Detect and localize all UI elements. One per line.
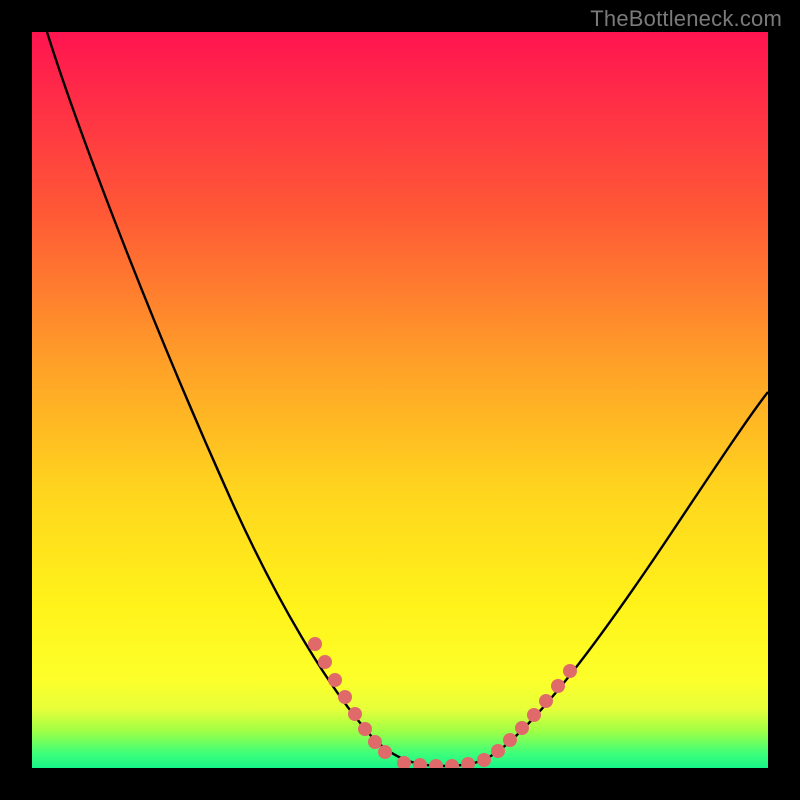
plot-area bbox=[32, 32, 768, 768]
chart-frame: TheBottleneck.com bbox=[0, 0, 800, 800]
dots-left-descending bbox=[308, 637, 392, 759]
dots-right-ascending bbox=[491, 664, 577, 758]
curve-path bbox=[47, 32, 768, 766]
bottleneck-curve bbox=[32, 32, 768, 768]
watermark-text: TheBottleneck.com bbox=[590, 6, 782, 32]
